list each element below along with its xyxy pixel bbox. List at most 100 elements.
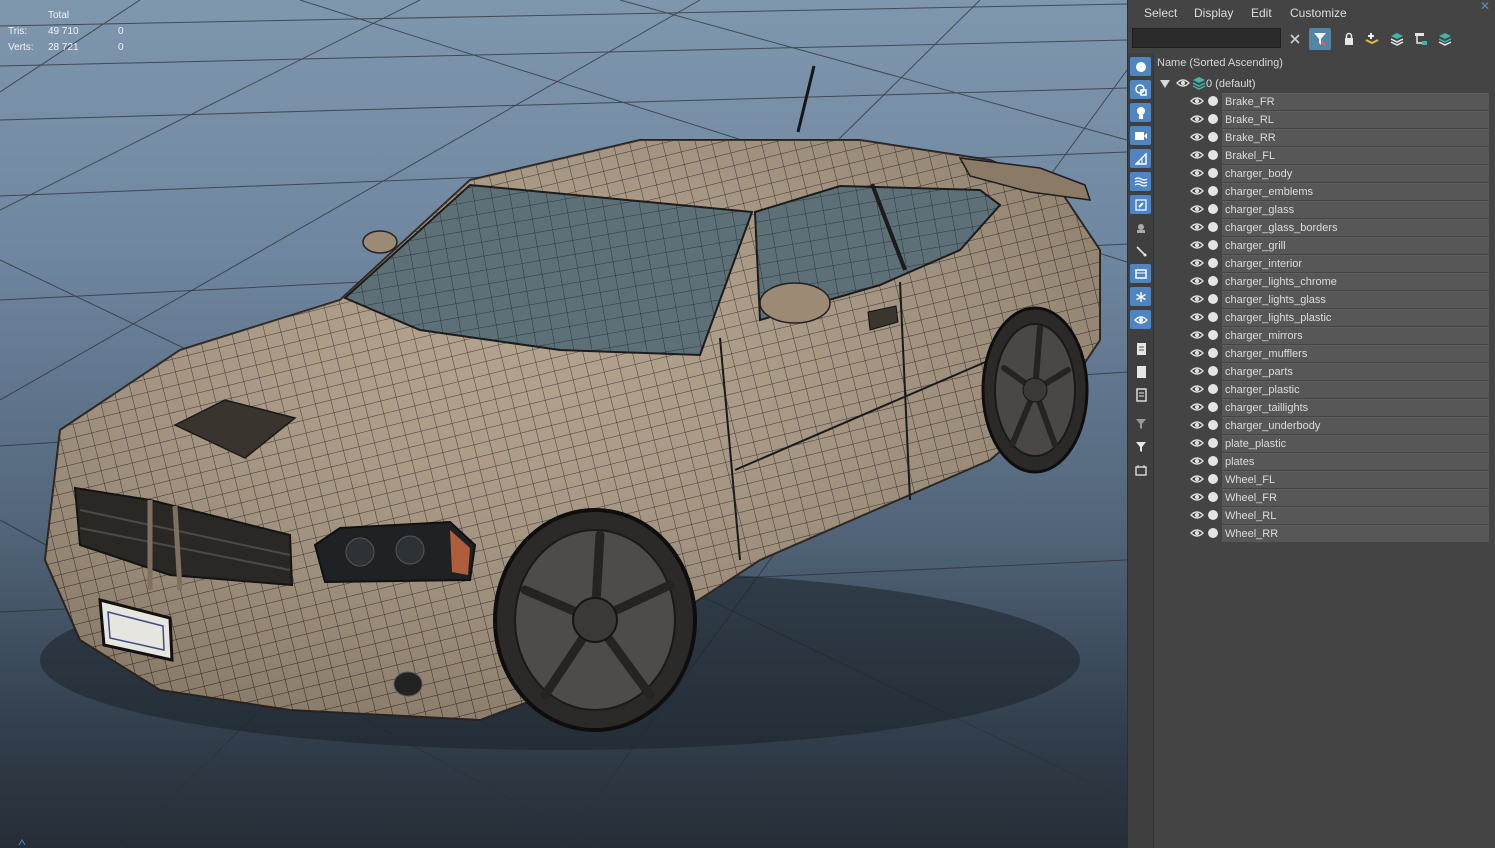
helper-icon[interactable]	[1130, 149, 1151, 168]
render-dot-icon[interactable]	[1208, 258, 1218, 268]
object-name[interactable]: Brakel_FL	[1222, 147, 1489, 164]
render-dot-icon[interactable]	[1208, 186, 1218, 196]
visibility-eye-icon[interactable]	[1190, 294, 1204, 304]
object-name[interactable]: Wheel_RR	[1222, 525, 1489, 542]
object-row[interactable]: plate_plastic	[1154, 435, 1489, 452]
column-header-name[interactable]: Name (Sorted Ascending)	[1154, 54, 1495, 73]
visibility-eye-icon[interactable]	[1190, 240, 1204, 250]
menu-select[interactable]: Select	[1144, 6, 1177, 20]
object-name[interactable]: Brake_RR	[1222, 129, 1489, 146]
bone-icon[interactable]	[1130, 195, 1151, 214]
visibility-eye-icon[interactable]	[1190, 312, 1204, 322]
render-dot-icon[interactable]	[1208, 150, 1218, 160]
render-dot-icon[interactable]	[1208, 528, 1218, 538]
menu-edit[interactable]: Edit	[1251, 6, 1272, 20]
blank-icon[interactable]	[1130, 362, 1151, 381]
camera-icon[interactable]	[1130, 126, 1151, 145]
particle-icon[interactable]	[1130, 241, 1151, 260]
render-dot-icon[interactable]	[1208, 474, 1218, 484]
visibility-eye-icon[interactable]	[1190, 348, 1204, 358]
render-dot-icon[interactable]	[1208, 204, 1218, 214]
visibility-eye-icon[interactable]	[1190, 384, 1204, 394]
checkbox-icon[interactable]	[1130, 460, 1151, 479]
render-dot-icon[interactable]	[1208, 402, 1218, 412]
add-layer-icon[interactable]	[1361, 28, 1383, 50]
render-dot-icon[interactable]	[1208, 132, 1218, 142]
object-row[interactable]: Wheel_RL	[1154, 507, 1489, 524]
hierarchy-icon[interactable]	[1410, 28, 1432, 50]
object-name[interactable]: charger_lights_glass	[1222, 291, 1489, 308]
object-row[interactable]: charger_mirrors	[1154, 327, 1489, 344]
object-row[interactable]: charger_lights_plastic	[1154, 309, 1489, 326]
visibility-eye-icon[interactable]	[1190, 204, 1204, 214]
visibility-eye-icon[interactable]	[1190, 258, 1204, 268]
container-icon[interactable]	[1130, 218, 1151, 237]
object-row[interactable]: charger_taillights	[1154, 399, 1489, 416]
filter-funnel-icon[interactable]	[1130, 414, 1151, 433]
object-row[interactable]: Wheel_FL	[1154, 471, 1489, 488]
object-name[interactable]: plate_plastic	[1222, 435, 1489, 452]
menu-display[interactable]: Display	[1194, 6, 1233, 20]
object-name[interactable]: charger_underbody	[1222, 417, 1489, 434]
object-row[interactable]: Brake_FR	[1154, 93, 1489, 110]
render-dot-icon[interactable]	[1208, 366, 1218, 376]
object-row[interactable]: charger_glass_borders	[1154, 219, 1489, 236]
geometry-icon[interactable]	[1130, 57, 1151, 76]
search-input[interactable]	[1132, 28, 1281, 48]
object-row[interactable]: charger_lights_chrome	[1154, 273, 1489, 290]
visibility-eye-icon[interactable]	[1190, 402, 1204, 412]
document-icon[interactable]	[1130, 339, 1151, 358]
render-dot-icon[interactable]	[1208, 276, 1218, 286]
object-row[interactable]: charger_underbody	[1154, 417, 1489, 434]
menu-customize[interactable]: Customize	[1290, 6, 1347, 20]
object-row[interactable]: charger_glass	[1154, 201, 1489, 218]
render-dot-icon[interactable]	[1208, 294, 1218, 304]
object-row[interactable]: Brake_RL	[1154, 111, 1489, 128]
visibility-eye-icon[interactable]	[1190, 168, 1204, 178]
object-row[interactable]: charger_lights_glass	[1154, 291, 1489, 308]
visibility-eye-icon[interactable]	[1190, 186, 1204, 196]
render-dot-icon[interactable]	[1208, 510, 1218, 520]
render-dot-icon[interactable]	[1208, 312, 1218, 322]
object-row[interactable]: charger_mufflers	[1154, 345, 1489, 362]
object-row[interactable]: charger_body	[1154, 165, 1489, 182]
object-name[interactable]: charger_mirrors	[1222, 327, 1489, 344]
spacewarp-icon[interactable]	[1130, 172, 1151, 191]
object-name[interactable]: charger_taillights	[1222, 399, 1489, 416]
render-dot-icon[interactable]	[1208, 168, 1218, 178]
visibility-eye-icon[interactable]	[1190, 510, 1204, 520]
object-name[interactable]: Wheel_RL	[1222, 507, 1489, 524]
visibility-eye-icon[interactable]	[1190, 474, 1204, 484]
object-name[interactable]: charger_glass	[1222, 201, 1489, 218]
visibility-eye-icon[interactable]	[1190, 456, 1204, 466]
visibility-eye-icon[interactable]	[1190, 438, 1204, 448]
lock-icon[interactable]	[1338, 28, 1360, 50]
object-name[interactable]: charger_body	[1222, 165, 1489, 182]
visibility-eye-icon[interactable]	[1190, 114, 1204, 124]
render-dot-icon[interactable]	[1208, 222, 1218, 232]
object-name[interactable]: charger_emblems	[1222, 183, 1489, 200]
light-icon[interactable]	[1130, 103, 1151, 122]
expand-triangle-icon[interactable]	[1160, 80, 1170, 88]
render-dot-icon[interactable]	[1208, 240, 1218, 250]
render-dot-icon[interactable]	[1208, 492, 1218, 502]
visibility-eye-icon[interactable]	[1190, 276, 1204, 286]
object-name[interactable]: charger_lights_chrome	[1222, 273, 1489, 290]
render-dot-icon[interactable]	[1208, 420, 1218, 430]
object-row[interactable]: Brake_RR	[1154, 129, 1489, 146]
render-dot-icon[interactable]	[1208, 384, 1218, 394]
layers-icon[interactable]	[1434, 28, 1456, 50]
object-row[interactable]: Wheel_RR	[1154, 525, 1489, 542]
visibility-eye-icon[interactable]	[1190, 420, 1204, 430]
object-name[interactable]: charger_plastic	[1222, 381, 1489, 398]
object-name[interactable]: charger_mufflers	[1222, 345, 1489, 362]
object-name[interactable]: Wheel_FR	[1222, 489, 1489, 506]
object-row[interactable]: plates	[1154, 453, 1489, 470]
render-dot-icon[interactable]	[1208, 114, 1218, 124]
object-name[interactable]: plates	[1222, 453, 1489, 470]
visibility-eye-icon[interactable]	[1190, 132, 1204, 142]
object-name[interactable]: Brake_RL	[1222, 111, 1489, 128]
object-row[interactable]: charger_grill	[1154, 237, 1489, 254]
object-row[interactable]: charger_interior	[1154, 255, 1489, 272]
render-dot-icon[interactable]	[1208, 438, 1218, 448]
